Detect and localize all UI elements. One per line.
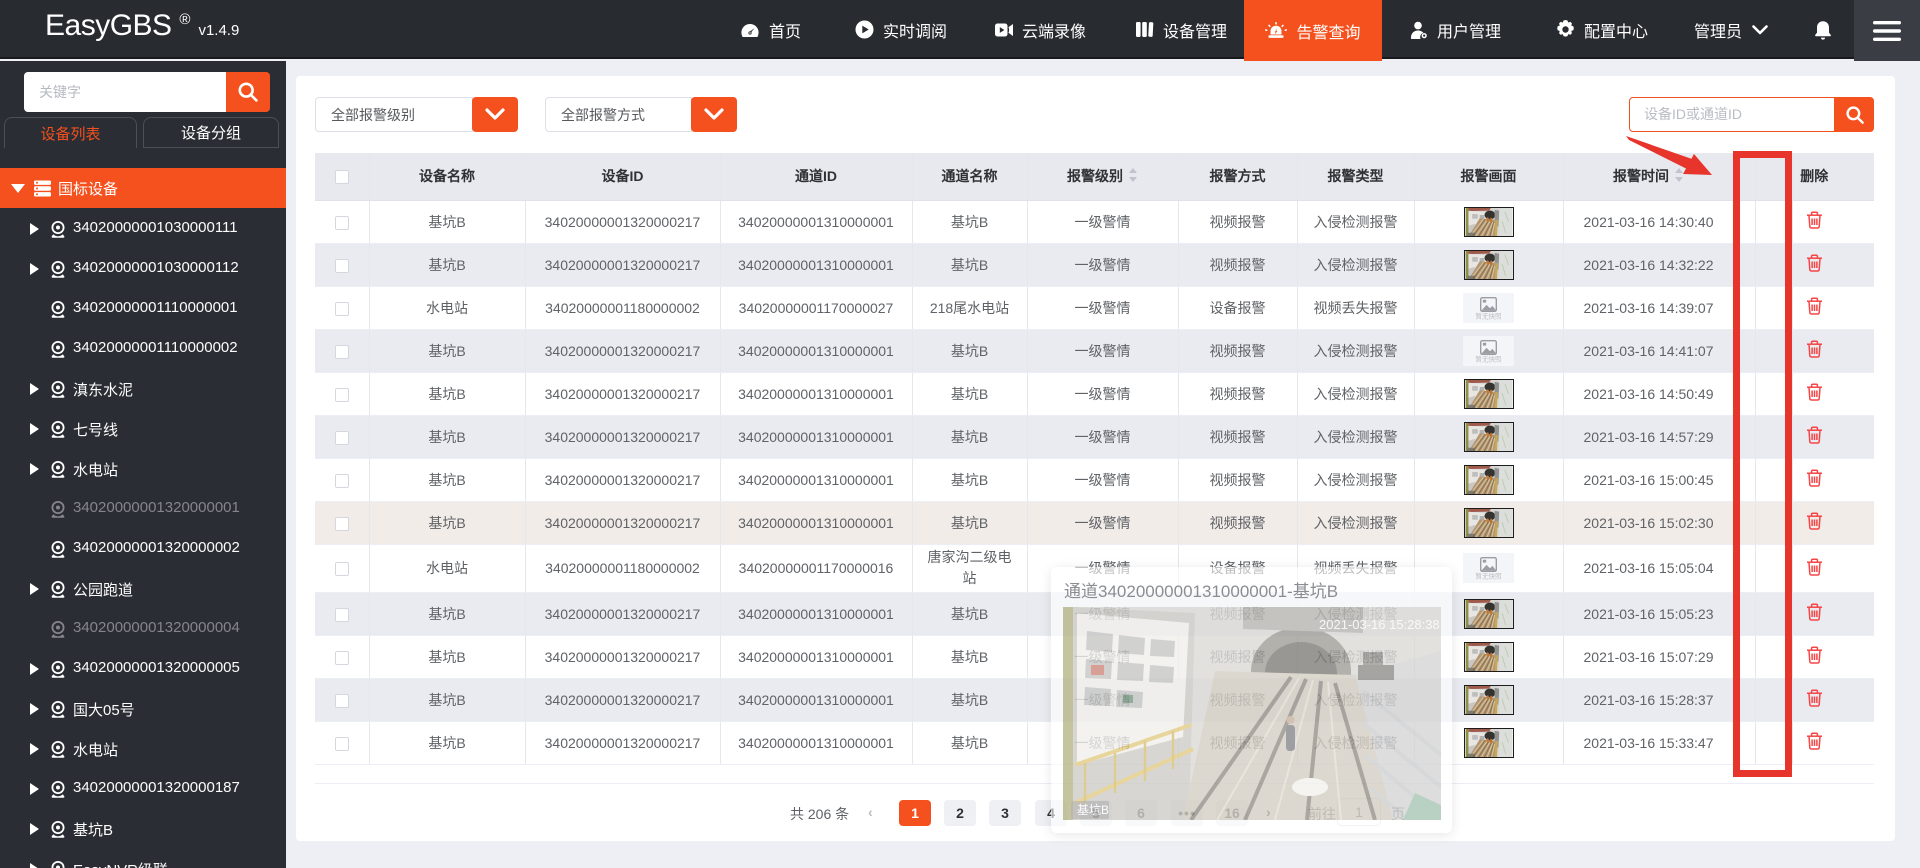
svg-text:基坑B: 基坑B [1077, 802, 1109, 817]
svg-text:2021-03-16 15:28:38: 2021-03-16 15:28:38 [1319, 617, 1440, 632]
